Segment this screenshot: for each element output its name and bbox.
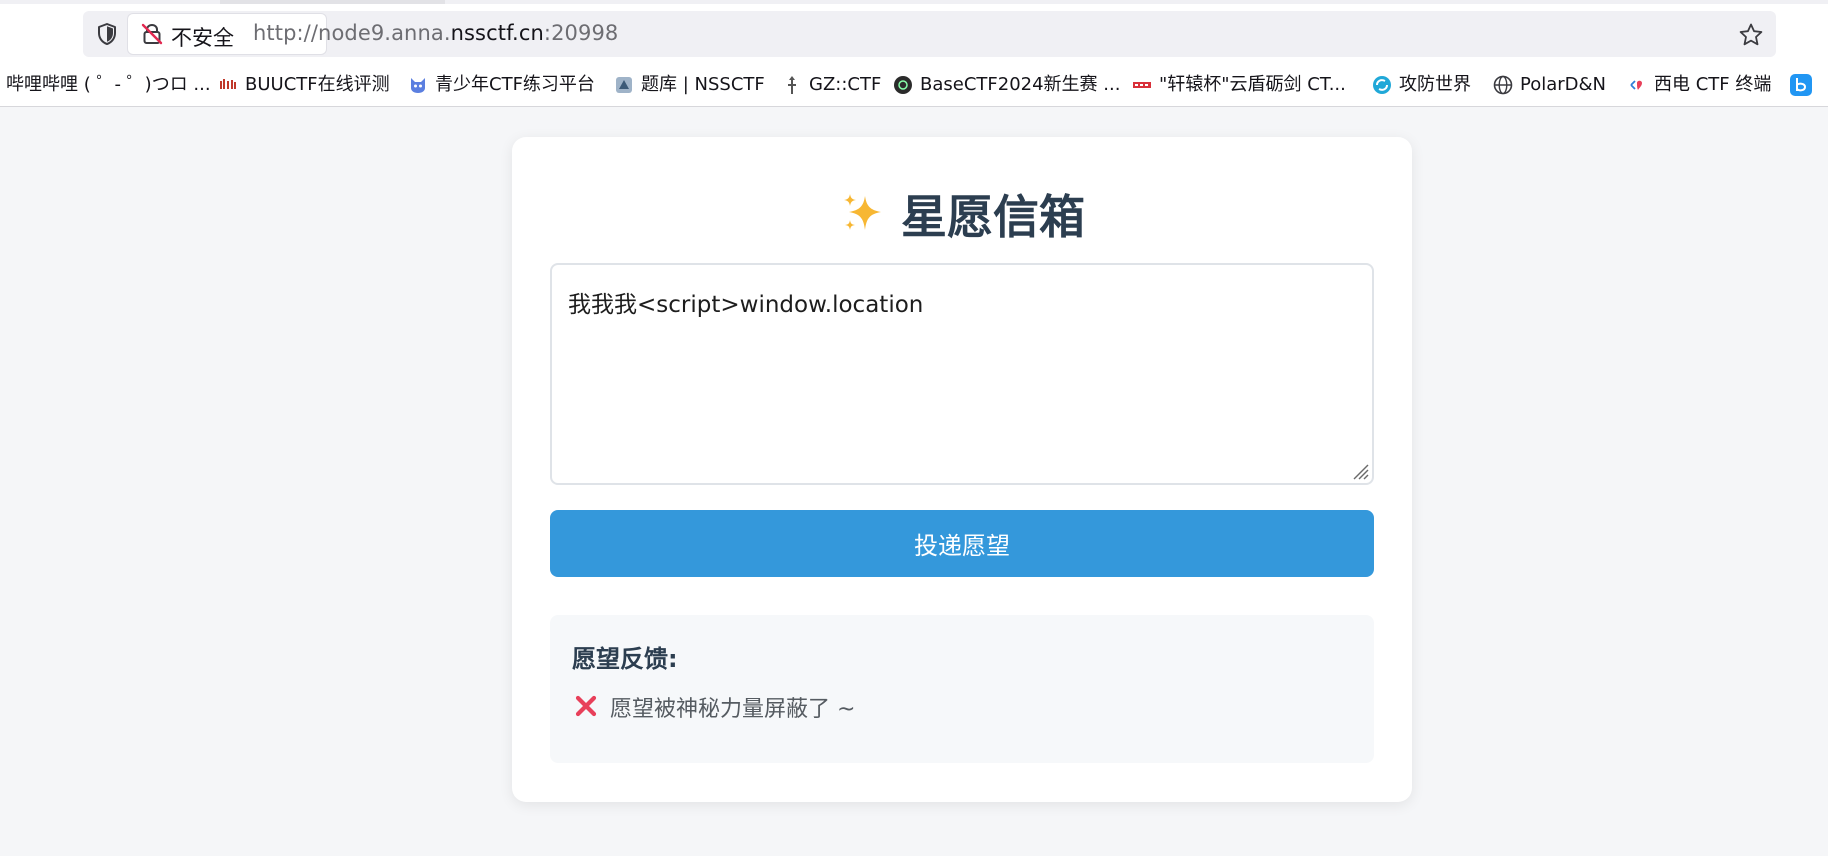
address-bar[interactable]: 不安全 http://node9.anna.nssctf.cn:20998 [83, 11, 1776, 57]
bookmark-label: 西电 CTF 终端 [1654, 74, 1772, 95]
bookmark-nssctf[interactable]: 题库 | NSSCTF [614, 72, 774, 98]
bookmark-label: "轩辕杯"云盾砺剑 CT... [1159, 74, 1346, 95]
bookmark-label: 题库 | NSSCTF [641, 74, 765, 95]
insecure-lock-icon [141, 23, 163, 45]
tab-strip [0, 0, 1828, 4]
xdctf-icon [1630, 80, 1642, 90]
url-text[interactable]: http://node9.anna.nssctf.cn:20998 [253, 21, 618, 45]
bookmark-label: PolarD&N [1520, 74, 1607, 95]
security-label: 不安全 [171, 26, 234, 50]
qsnctf-icon [411, 78, 425, 93]
bookmark-qsnctf[interactable]: 青少年CTF练习平台 [408, 72, 598, 98]
bookmark-polardn[interactable]: PolarD&N [1493, 72, 1613, 98]
bookmark-label: 哔哩哔哩 ( ゜- ゜)つロ ... [6, 74, 211, 95]
bookmark-buuctf[interactable]: BUUCTF在线评测 [218, 72, 393, 98]
browser-toolbar: 不安全 http://node9.anna.nssctf.cn:20998 哔哩… [0, 0, 1828, 107]
bookmark-basectf[interactable]: BaseCTF2024新生赛 ... [893, 72, 1120, 98]
bookmark-label: BUUCTF在线评测 [245, 74, 390, 95]
url-prefix: http://node9.anna. [253, 21, 451, 45]
bookmark-adworld[interactable]: 攻防世界 [1372, 72, 1482, 98]
xuanyuan-icon [1133, 82, 1151, 88]
shield-icon[interactable] [95, 22, 119, 46]
resize-grip-icon[interactable] [1350, 461, 1370, 481]
bookmark-label: 青少年CTF练习平台 [435, 74, 595, 95]
submit-wish-button[interactable]: 投递愿望 [550, 510, 1374, 577]
title-row: 星愿信箱 [512, 181, 1412, 244]
basectf-icon [894, 76, 912, 94]
buuctf-icon [220, 79, 236, 89]
nssctf-icon [616, 77, 632, 93]
bookmark-star-icon[interactable] [1738, 22, 1764, 48]
sparkles-icon [844, 194, 881, 230]
bookmark-bilibili[interactable]: 哔哩哔哩 ( ゜- ゜)つロ ... [6, 72, 211, 98]
gzctf-icon [788, 76, 796, 94]
bookmark-overflow-item[interactable] [1790, 72, 1828, 98]
page-title: 星愿信箱 [901, 190, 1085, 244]
blue-b-icon [1790, 74, 1812, 96]
bookmark-xdctf[interactable]: 西电 CTF 终端 [1627, 72, 1775, 98]
adworld-icon [1373, 76, 1391, 94]
wish-textarea[interactable]: 我我我<script>window.location [550, 263, 1374, 485]
globe-icon [1493, 75, 1513, 95]
feedback-panel: 愿望反馈: 愿望被神秘力量屏蔽了 ~ [550, 615, 1374, 763]
bookmark-label: 攻防世界 [1399, 74, 1471, 95]
cross-mark-icon [575, 695, 597, 717]
feedback-message: 愿望被神秘力量屏蔽了 ~ [610, 697, 856, 722]
url-port: :20998 [543, 21, 619, 45]
url-host: nssctf.cn [450, 21, 544, 45]
feedback-title: 愿望反馈: [572, 645, 678, 673]
wish-card: 星愿信箱 我我我<script>window.location 投递愿望 愿望反… [512, 137, 1412, 802]
bookmark-xuanyuan[interactable]: "轩辕杯"云盾砺剑 CT... [1132, 72, 1350, 98]
active-tab[interactable] [220, 0, 445, 4]
bookmarks-bar: 哔哩哔哩 ( ゜- ゜)つロ ... BUUCTF在线评测 青少年CTF练习平台… [0, 68, 1828, 102]
bookmark-gzctf[interactable]: GZ::CTF [782, 72, 882, 98]
bookmark-label: BaseCTF2024新生赛 ... [920, 74, 1121, 95]
bookmark-label: GZ::CTF [809, 74, 882, 95]
